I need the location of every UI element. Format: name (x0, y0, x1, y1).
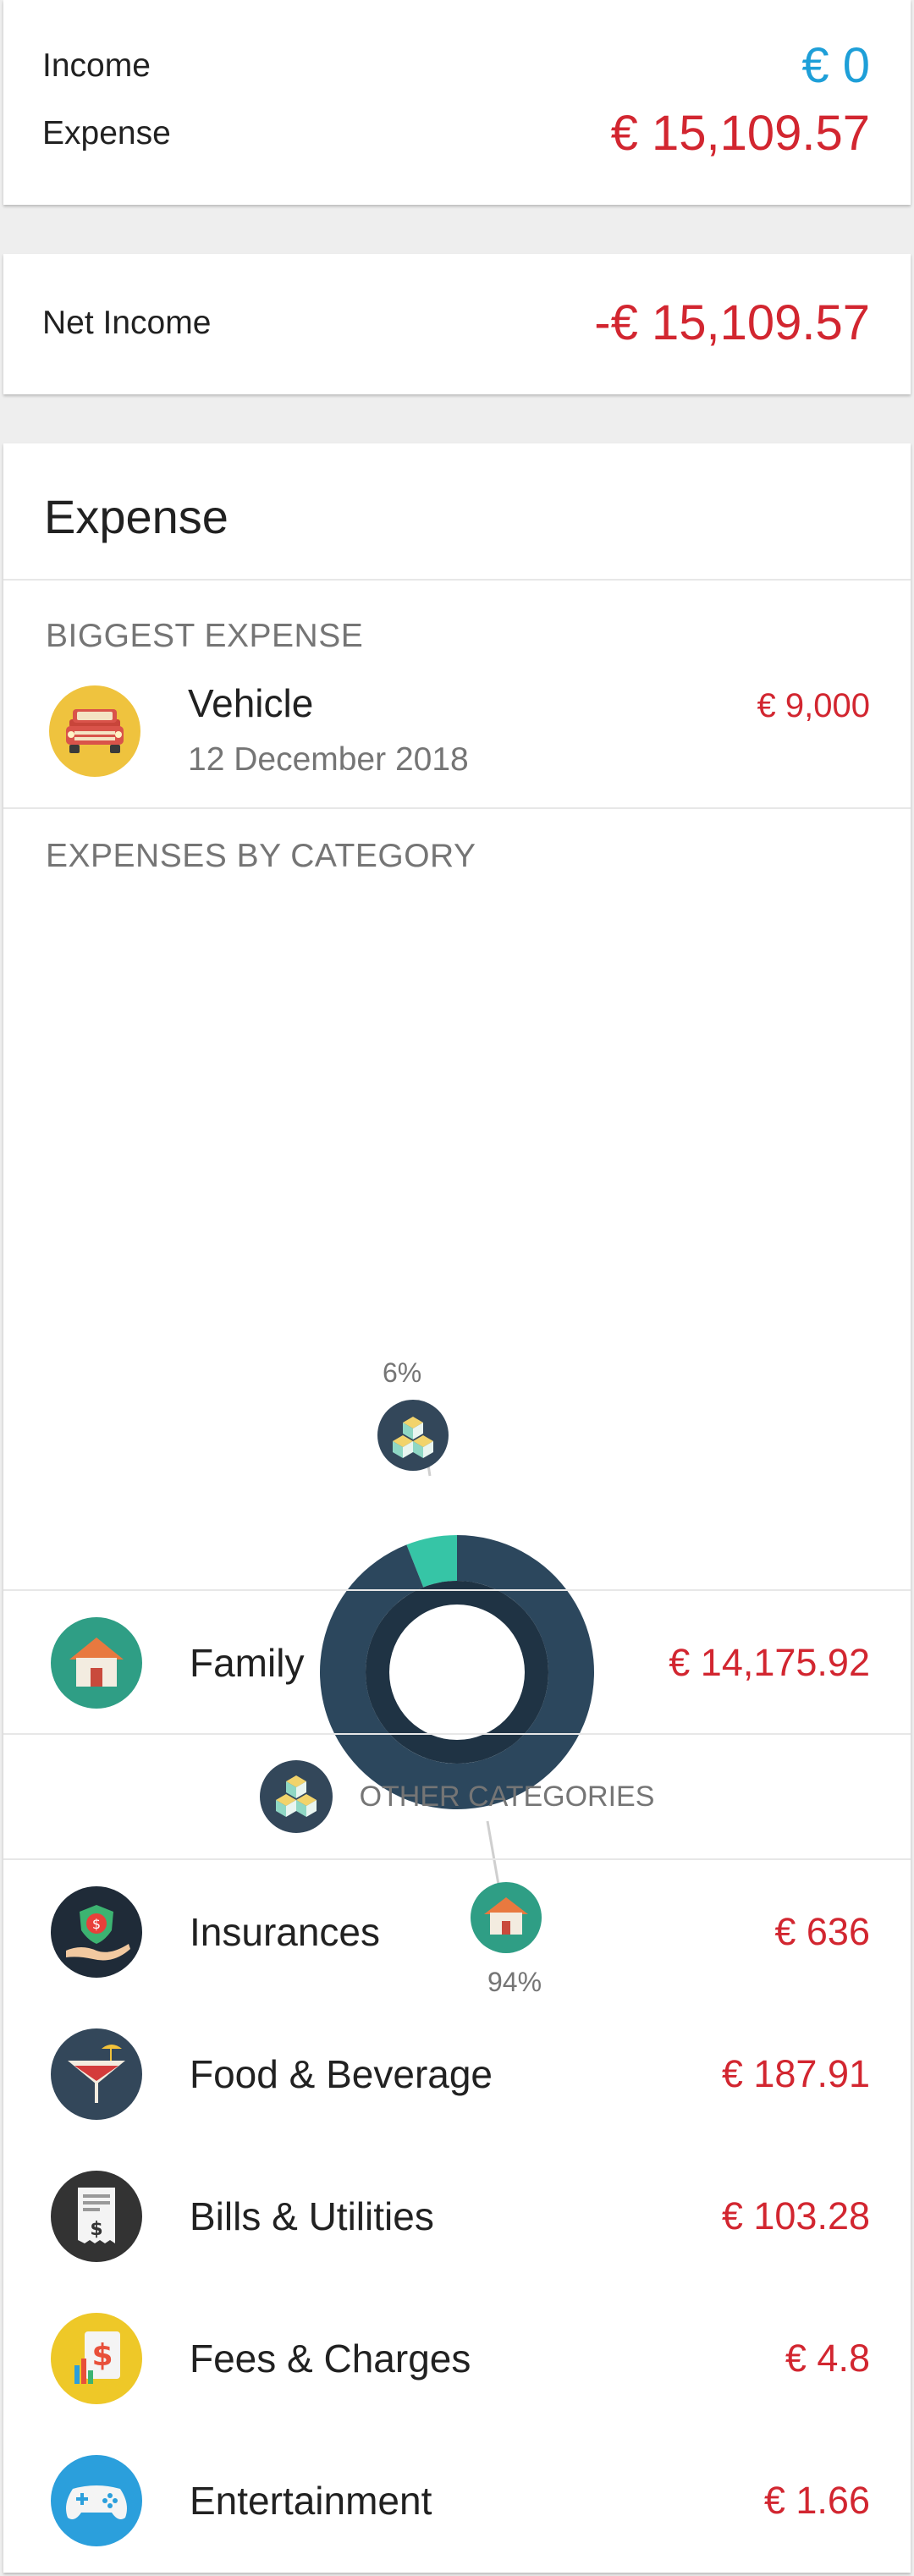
svg-text:$: $ (90, 2219, 102, 2240)
net-income-row: Net Income -€ 15,109.57 (42, 294, 870, 351)
expense-label: Expense (42, 114, 171, 151)
biggest-expense-row[interactable]: Vehicle 12 December 2018 € 9,000 (3, 680, 911, 807)
category-amount: € 636 (774, 1910, 870, 1953)
category-row-insurances[interactable]: $ Insurances € 636 (51, 1885, 870, 1979)
category-row-food-beverage[interactable]: Food & Beverage € 187.91 (51, 2028, 870, 2121)
svg-text:$: $ (91, 2338, 113, 2373)
car-icon (49, 685, 140, 777)
category-name: Family (190, 1641, 305, 1685)
income-value: € 0 (801, 38, 870, 93)
biggest-expense-header: BIGGEST EXPENSE (46, 618, 364, 654)
biggest-expense-date: 12 December 2018 (188, 741, 469, 778)
expense-card: Expense BIGGEST EXPENSE Vehicle 12 Decem… (3, 443, 911, 2573)
category-name: Bills & Utilities (190, 2194, 434, 2238)
cocktail-icon (51, 2028, 142, 2120)
bill-icon: $ (51, 2171, 142, 2262)
expense-row[interactable]: Expense € 15,109.57 (42, 105, 870, 162)
fees-icon: $ (51, 2313, 142, 2404)
category-amount: € 103.28 (721, 2194, 870, 2237)
cubes-icon (259, 1760, 333, 1833)
category-row-bills-utilities[interactable]: $ Bills & Utilities € 103.28 (51, 2170, 870, 2263)
biggest-expense-amount: € 9,000 (757, 687, 870, 724)
net-income-value: -€ 15,109.57 (594, 295, 870, 350)
other-categories-toggle[interactable]: OTHER CATEGORIES (3, 1735, 911, 1858)
category-amount: € 1.66 (763, 2479, 870, 2522)
net-income-card[interactable]: Net Income -€ 15,109.57 (3, 254, 911, 394)
income-label: Income (42, 47, 151, 84)
divider (3, 1858, 911, 1860)
expenses-by-category-header: EXPENSES BY CATEGORY (46, 838, 476, 874)
gamepad-icon (51, 2455, 142, 2546)
category-name: Fees & Charges (190, 2337, 471, 2381)
house-icon (51, 1617, 142, 1709)
category-name: Food & Beverage (190, 2052, 493, 2096)
category-name: Insurances (190, 1910, 381, 1954)
divider (3, 807, 911, 809)
insurance-icon: $ (51, 1886, 142, 1978)
category-name: Entertainment (190, 2479, 432, 2523)
other-categories-label: OTHER CATEGORIES (359, 1780, 655, 1813)
net-income-label: Net Income (42, 304, 212, 341)
biggest-expense-name: Vehicle (188, 681, 314, 725)
divider (3, 1589, 911, 1591)
expense-card-title: Expense (44, 490, 228, 543)
income-expense-card: Income € 0 Expense € 15,109.57 (3, 0, 911, 205)
category-amount: € 187.91 (721, 2052, 870, 2095)
divider (3, 579, 911, 581)
category-row-entertainment[interactable]: Entertainment € 1.66 (51, 2454, 870, 2547)
svg-text:$: $ (92, 1916, 101, 1932)
cubes-icon (377, 1400, 449, 1471)
chart-label-other: 6% (383, 1357, 422, 1388)
income-row[interactable]: Income € 0 (42, 37, 870, 94)
category-amount: € 4.8 (785, 2337, 870, 2380)
expense-value: € 15,109.57 (610, 106, 870, 161)
category-row-family[interactable]: Family € 14,175.92 (51, 1616, 870, 1709)
category-row-fees-charges[interactable]: $ Fees & Charges € 4.8 (51, 2312, 870, 2405)
category-amount: € 14,175.92 (669, 1641, 870, 1684)
